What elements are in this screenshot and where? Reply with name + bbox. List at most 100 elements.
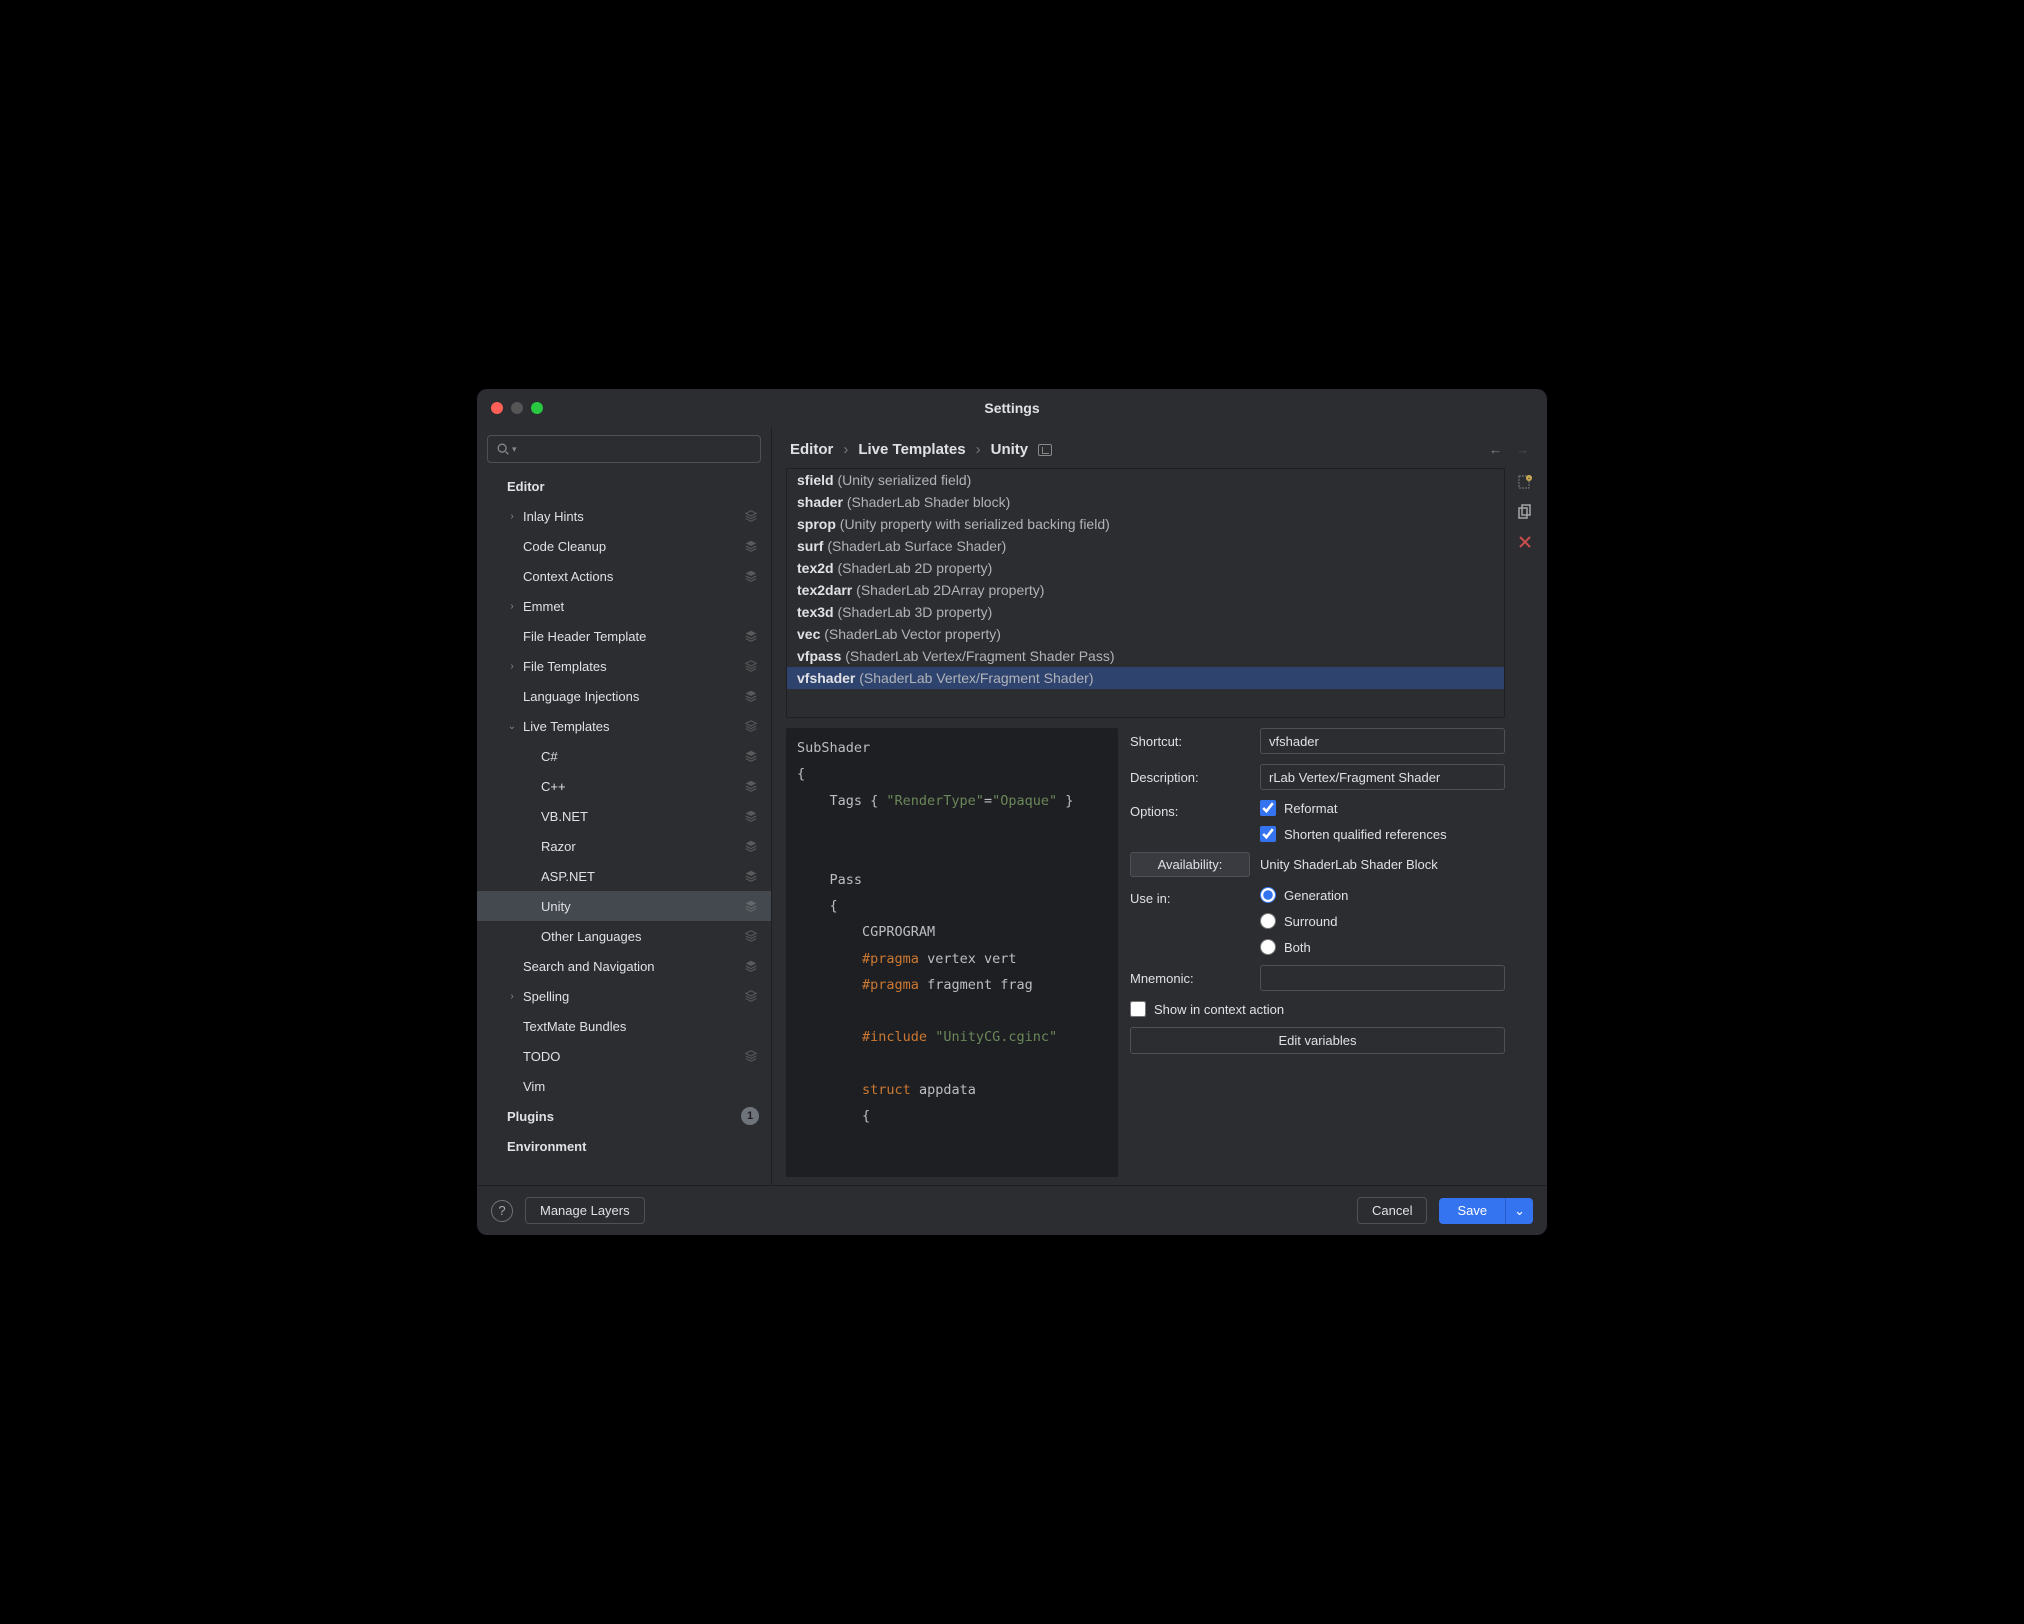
radio-both[interactable] [1260,939,1276,955]
description-input[interactable] [1260,764,1505,790]
mnemonic-label: Mnemonic: [1130,971,1250,986]
sidebar-item-label: Spelling [523,989,743,1004]
breadcrumb-unity[interactable]: Unity [991,441,1029,458]
template-vfshader[interactable]: vfshader (ShaderLab Vertex/Fragment Shad… [787,667,1504,689]
template-code[interactable]: SubShader { Tags { "RenderType"="Opaque"… [786,728,1118,1177]
radio-surround[interactable] [1260,913,1276,929]
sidebar-item-c-[interactable]: C# [477,741,771,771]
usein-label: Use in: [1130,887,1250,906]
new-template-icon[interactable]: + [1517,474,1533,490]
nav-forward: → [1516,442,1529,457]
sidebar-item-unity[interactable]: Unity [477,891,771,921]
show-context-row[interactable]: Show in context action [1130,1001,1505,1017]
window-title: Settings [477,400,1547,416]
template-sprop[interactable]: sprop (Unity property with serialized ba… [787,513,1504,535]
layers-icon [743,508,759,524]
shorten-label: Shorten qualified references [1284,827,1447,842]
scheme-icon[interactable] [1038,444,1052,456]
delete-template-icon[interactable] [1517,534,1533,550]
sidebar-item-razor[interactable]: Razor [477,831,771,861]
shorten-checkbox[interactable] [1260,826,1276,842]
template-tex3d[interactable]: tex3d (ShaderLab 3D property) [787,601,1504,623]
sidebar-item-emmet[interactable]: ›Emmet [477,591,771,621]
search-input[interactable]: ▾ [487,435,761,463]
template-sfield[interactable]: sfield (Unity serialized field) [787,469,1504,491]
radio-surround-row[interactable]: Surround [1260,913,1505,929]
sidebar-item-label: Unity [541,899,743,914]
layers-icon [743,748,759,764]
settings-tree[interactable]: Editor ›Inlay HintsCode Cleanup Context Ac… [477,467,771,1185]
sidebar-item-todo[interactable]: TODO [477,1041,771,1071]
sidebar-item-editor[interactable]: Editor [477,471,771,501]
template-list[interactable]: sfield (Unity serialized field)shader (S… [786,468,1505,718]
sidebar-item-label: File Header Template [523,629,743,644]
mnemonic-input[interactable] [1260,965,1505,991]
show-context-checkbox[interactable] [1130,1001,1146,1017]
reformat-checkbox-row[interactable]: Reformat [1260,800,1505,816]
sidebar-item-spelling[interactable]: ›Spelling [477,981,771,1011]
main-panel: Editor › Live Templates › Unity ← → sfie… [772,427,1547,1185]
zoom-window[interactable] [531,402,543,414]
sidebar-item-search-and-navigation[interactable]: Search and Navigation [477,951,771,981]
layers-icon [743,718,759,734]
sidebar-item-label: Editor [507,479,759,494]
sidebar-item-label: Vim [523,1079,759,1094]
sidebar-item-context-actions[interactable]: Context Actions [477,561,771,591]
copy-template-icon[interactable] [1517,504,1533,520]
radio-both-row[interactable]: Both [1260,939,1505,955]
description-label: Description: [1130,770,1250,785]
content: sfield (Unity serialized field)shader (S… [772,468,1547,1185]
cancel-button[interactable]: Cancel [1357,1197,1427,1224]
sidebar-item-asp-net[interactable]: ASP.NET [477,861,771,891]
sidebar-item-textmate-bundles[interactable]: TextMate Bundles [477,1011,771,1041]
sidebar-item-environment[interactable]: Environment [477,1131,771,1161]
settings-window: Settings ▾ Editor›Inlay HintsCode Cleanu… [477,389,1547,1235]
show-context-label: Show in context action [1154,1002,1284,1017]
sidebar-item-file-templates[interactable]: ›File Templates [477,651,771,681]
sidebar-item-code-cleanup[interactable]: Code Cleanup [477,531,771,561]
breadcrumb-sep: › [976,441,981,458]
edit-variables-button[interactable]: Edit variables [1130,1027,1505,1054]
reformat-checkbox[interactable] [1260,800,1276,816]
sidebar-item-vb-net[interactable]: VB.NET [477,801,771,831]
breadcrumb-live-templates[interactable]: Live Templates [858,441,965,458]
breadcrumb-editor[interactable]: Editor [790,441,833,458]
sidebar-item-language-injections[interactable]: Language Injections [477,681,771,711]
template-vfpass[interactable]: vfpass (ShaderLab Vertex/Fragment Shader… [787,645,1504,667]
sidebar-item-label: File Templates [523,659,743,674]
shortcut-input[interactable] [1260,728,1505,754]
sidebar-item-vim[interactable]: Vim [477,1071,771,1101]
nav-back[interactable]: ← [1489,442,1502,457]
sidebar: ▾ Editor ›Inlay HintsCode Cleanup Context … [477,427,772,1185]
manage-layers-button[interactable]: Manage Layers [525,1197,645,1224]
save-button[interactable]: Save [1439,1198,1505,1224]
sidebar-item-other-languages[interactable]: Other Languages [477,921,771,951]
sidebar-item-label: TextMate Bundles [523,1019,759,1034]
template-vec[interactable]: vec (ShaderLab Vector property) [787,623,1504,645]
sidebar-item-label: Other Languages [541,929,743,944]
sidebar-item-plugins[interactable]: Plugins1 [477,1101,771,1131]
save-dropdown[interactable]: ⌄ [1505,1198,1533,1224]
shorten-checkbox-row[interactable]: Shorten qualified references [1260,826,1505,842]
template-surf[interactable]: surf (ShaderLab Surface Shader) [787,535,1504,557]
sidebar-item-file-header-template[interactable]: File Header Template [477,621,771,651]
radio-generation[interactable] [1260,887,1276,903]
sidebar-item-c-[interactable]: C++ [477,771,771,801]
sidebar-item-label: Context Actions [523,569,743,584]
reformat-label: Reformat [1284,801,1337,816]
close-window[interactable] [491,402,503,414]
chevron-down-icon: ⌄ [505,721,519,732]
help-button[interactable]: ? [491,1200,513,1222]
availability-button[interactable]: Availability: [1130,852,1250,877]
layers-icon [743,988,759,1004]
layers-icon [743,628,759,644]
sidebar-item-live-templates[interactable]: ⌄Live Templates [477,711,771,741]
sidebar-item-label: Inlay Hints [523,509,743,524]
radio-generation-row[interactable]: Generation [1260,887,1505,903]
template-tex2d[interactable]: tex2d (ShaderLab 2D property) [787,557,1504,579]
template-shader[interactable]: shader (ShaderLab Shader block) [787,491,1504,513]
sidebar-item-inlay-hints[interactable]: ›Inlay Hints [477,501,771,531]
template-tex2darr[interactable]: tex2darr (ShaderLab 2DArray property) [787,579,1504,601]
minimize-window[interactable] [511,402,523,414]
layers-icon [743,778,759,794]
